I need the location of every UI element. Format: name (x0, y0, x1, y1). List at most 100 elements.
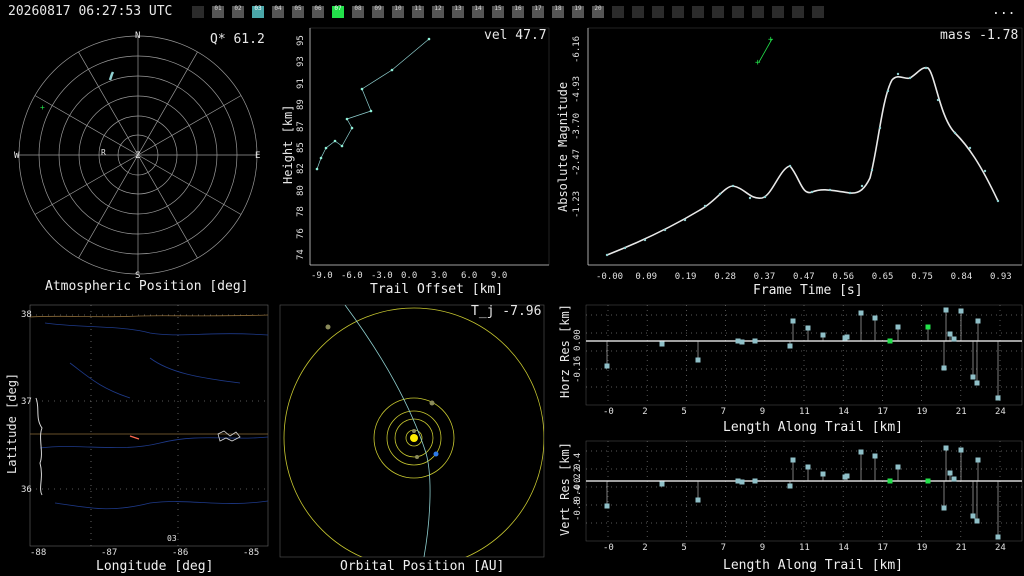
height-trail (316, 38, 430, 170)
height-point (315, 167, 319, 171)
station-box[interactable]: 09 (372, 6, 384, 18)
station-box[interactable]: 15 (492, 6, 504, 18)
station-box[interactable]: 10 (392, 6, 404, 18)
height-plot (309, 27, 550, 266)
res-xtick: 24 (995, 543, 1006, 553)
residual-point (872, 453, 878, 459)
station-box[interactable]: 02 (232, 6, 244, 18)
menu-button[interactable]: ... (992, 3, 1015, 18)
residual-point (947, 331, 953, 337)
res-xtick: 14 (838, 543, 850, 553)
residual-point (947, 470, 953, 476)
mag-point (828, 188, 832, 192)
station-box[interactable]: 18 (552, 6, 564, 18)
mag-xtick: 0.28 (714, 272, 736, 282)
res-ytick: 0.00 (573, 329, 583, 351)
mag-point (886, 89, 890, 93)
ground-track (129, 435, 140, 440)
mag-point (996, 199, 1000, 203)
horz-res-title: Length Along Trail [km] (723, 420, 904, 435)
map-station-label: 03 (167, 534, 177, 543)
height-point (345, 117, 349, 121)
mag-point (936, 98, 940, 102)
station-box[interactable] (612, 6, 624, 18)
station-box[interactable]: 07 (332, 6, 344, 18)
height-xtick: 9.0 (491, 271, 508, 281)
res-ytick: -0.16 (573, 355, 583, 383)
station-box[interactable]: 11 (412, 6, 424, 18)
residual-point (958, 308, 964, 314)
res-ytick: -0.8 (573, 499, 583, 521)
station-box[interactable]: 14 (472, 6, 484, 18)
station-box[interactable]: 20 (592, 6, 604, 18)
residual-point (975, 457, 981, 463)
station-box[interactable]: 06 (312, 6, 324, 18)
station-box[interactable]: 08 (352, 6, 364, 18)
station-box[interactable] (652, 6, 664, 18)
res-xtick: 17 (877, 543, 889, 553)
height-point (324, 146, 328, 150)
station-box[interactable] (632, 6, 644, 18)
vert-res-panel: -0 2 5 7 9 11 14 17 19 21 24 0.4 0.2 -0.2 -0.4 -0.8 Ver… (550, 440, 1024, 576)
station-box[interactable]: 03 (252, 6, 264, 18)
residual-point (858, 310, 864, 316)
residual-point (887, 338, 893, 344)
residual-point (787, 483, 793, 489)
mag-xtick: 0.84 (950, 272, 973, 282)
mag-ytick: -4.93 (572, 75, 582, 103)
magnitude-ylabel: Absolute Magnitude (556, 81, 570, 212)
height-ytick: 80 (296, 184, 306, 196)
station-box[interactable]: 13 (452, 6, 464, 18)
station-box[interactable] (672, 6, 684, 18)
res-xtick: 5 (681, 543, 687, 553)
res-xtick: -0 (603, 543, 614, 553)
station-box[interactable] (692, 6, 704, 18)
res-xtick: 21 (955, 407, 967, 417)
mag-point (623, 246, 627, 250)
station-box[interactable] (792, 6, 804, 18)
station-box[interactable]: 17 (532, 6, 544, 18)
station-box[interactable] (812, 6, 824, 18)
height-point (390, 68, 394, 72)
residual-point (844, 473, 850, 479)
height-ytick: 93 (296, 56, 306, 68)
residual-point (604, 363, 610, 369)
height-point (427, 37, 431, 41)
station-box[interactable]: 16 (512, 6, 524, 18)
mag-xtick: 0.65 (871, 272, 894, 282)
map-panel-title: Longitude [deg] (96, 559, 214, 574)
magnitude-panel: + + -6.16 -4.93 -3.70 -2.47 -1.23 -0.00 0.09 0… (550, 27, 1024, 298)
mag-point (848, 191, 852, 195)
residual-point (752, 338, 758, 344)
station-box[interactable] (192, 6, 204, 18)
height-ytick: 87 (296, 120, 306, 132)
compass-n: N (135, 31, 141, 41)
height-ytick: 89 (296, 99, 306, 111)
station-box[interactable]: 01 (212, 6, 224, 18)
sun-icon (410, 434, 418, 442)
station-box[interactable] (732, 6, 744, 18)
station-box[interactable] (752, 6, 764, 18)
height-point (333, 139, 337, 143)
station-box[interactable] (772, 6, 784, 18)
station-box[interactable]: 05 (292, 6, 304, 18)
res-xtick: 11 (799, 543, 810, 553)
station-box[interactable]: 12 (432, 6, 444, 18)
residual-point (951, 476, 957, 482)
mag-point (924, 66, 928, 70)
station-box[interactable]: 04 (272, 6, 284, 18)
residual-point (995, 395, 1001, 401)
res-xtick: 11 (799, 407, 810, 417)
magnitude-panel-title: Frame Time [s] (753, 283, 863, 298)
residual-point (974, 518, 980, 524)
station-box[interactable] (712, 6, 724, 18)
residual-point (659, 481, 665, 487)
height-xtick: -6.0 (341, 271, 363, 281)
mag-point (810, 190, 814, 194)
mag-point (953, 131, 957, 135)
residual-point (995, 534, 1001, 540)
station-box[interactable]: 19 (572, 6, 584, 18)
height-ytick: 91 (296, 77, 306, 89)
mag-point (896, 72, 900, 76)
orbit-panel: T_j -7.96 Orbital Position [AU] (278, 303, 548, 576)
